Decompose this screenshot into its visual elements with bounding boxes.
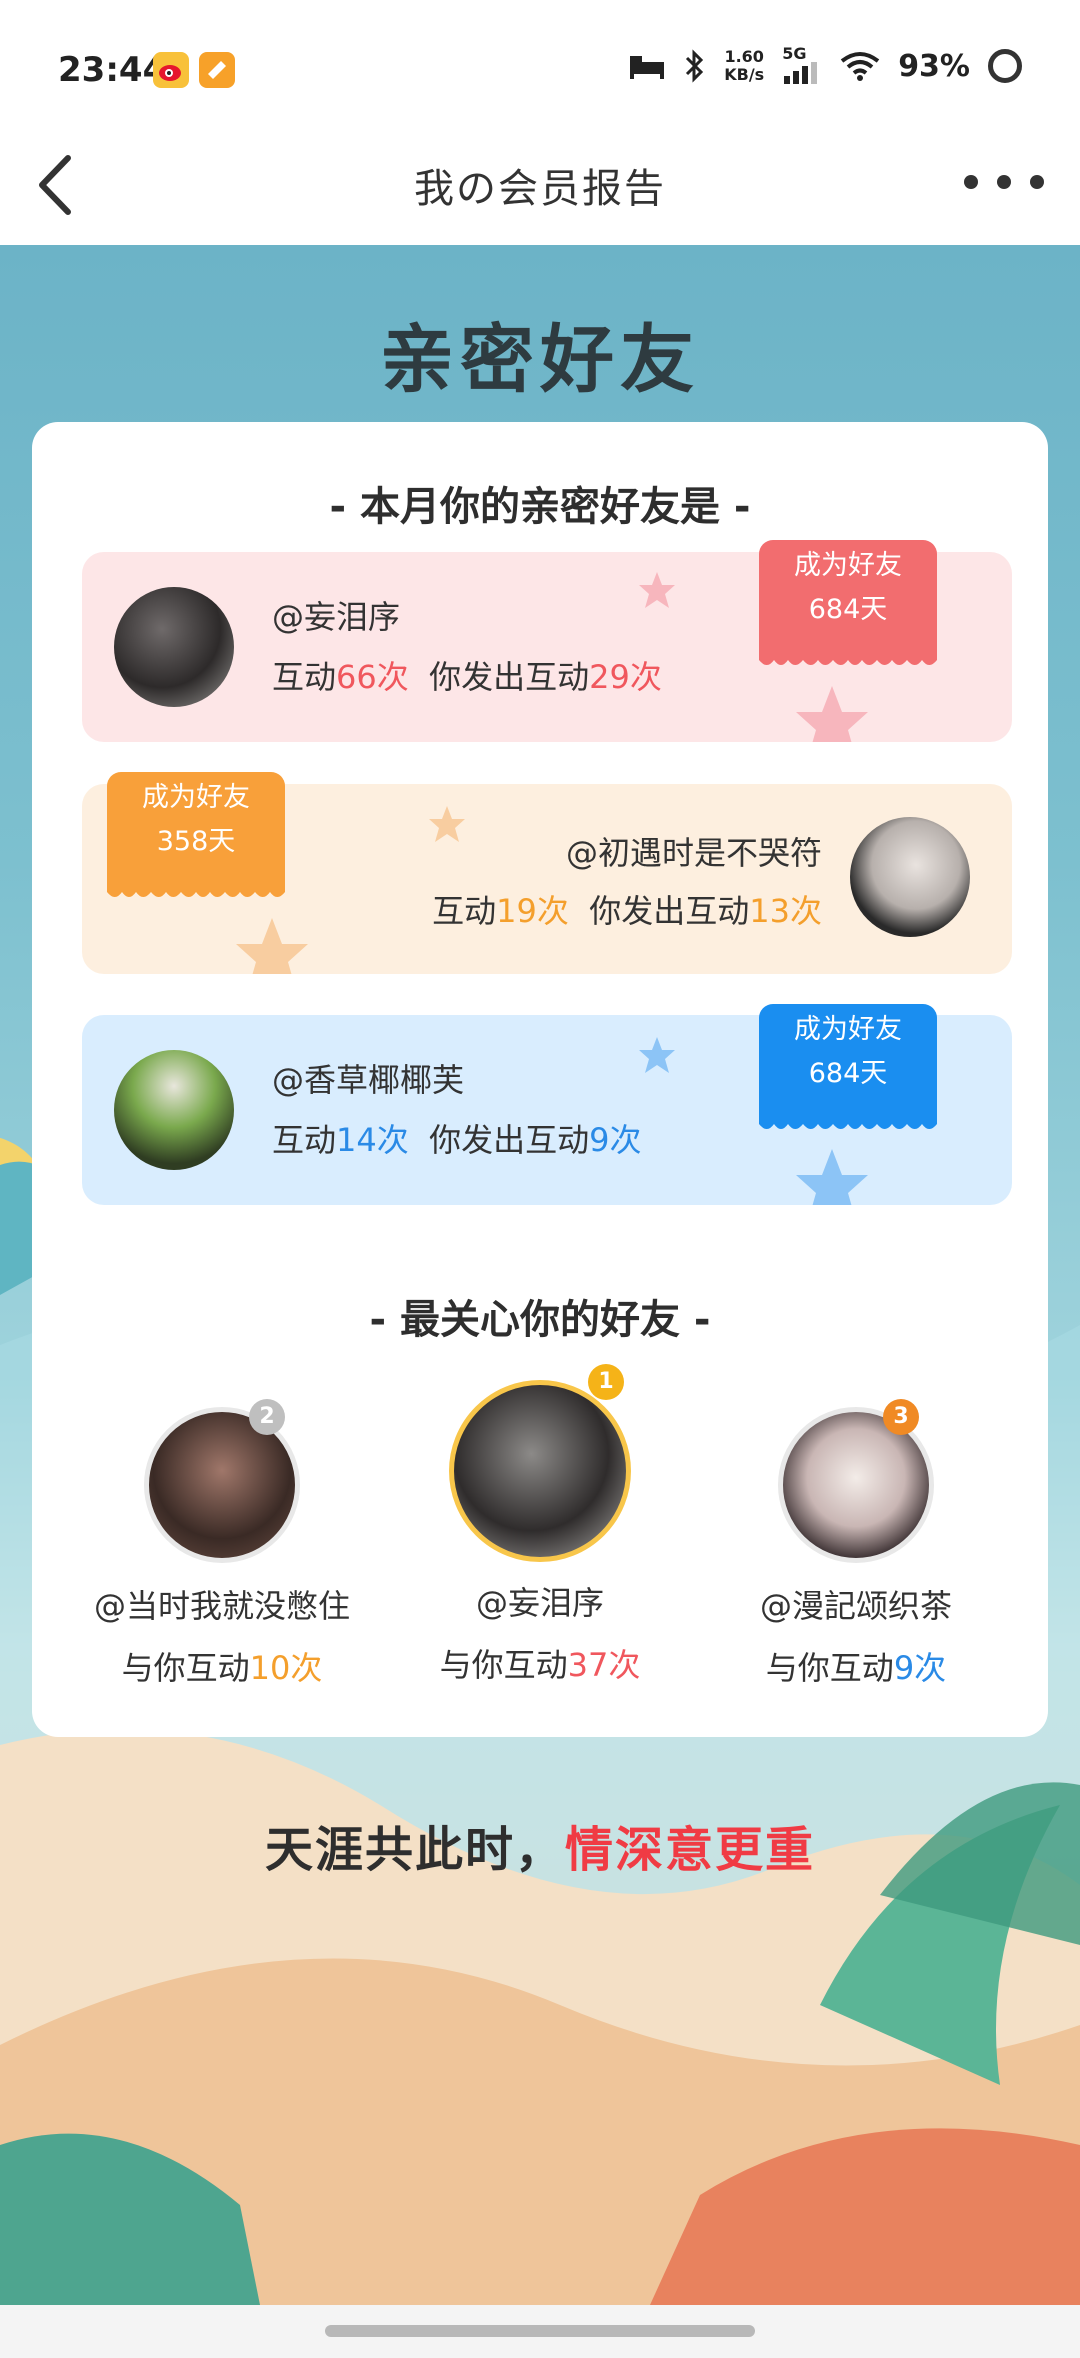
avatar[interactable] xyxy=(114,1050,234,1170)
hero-title: 亲密好友 xyxy=(380,317,700,403)
status-time: 23:44 xyxy=(58,50,167,90)
avatar[interactable] xyxy=(114,587,234,707)
more-dot-icon xyxy=(1030,175,1044,189)
friend-stats: 互动66次 你发出互动29次 xyxy=(272,658,662,696)
more-button[interactable] xyxy=(964,152,1044,212)
medal-1-icon: 1 xyxy=(588,1364,624,1400)
friendship-days-badge: 成为好友 684天 xyxy=(759,540,937,665)
battery-percent: 93% xyxy=(898,48,970,84)
caring-friend-rank-1[interactable]: 1 @妄泪序 与你互动37次 xyxy=(390,1352,690,1686)
friend-name[interactable]: @当时我就没憋住 xyxy=(72,1581,372,1627)
medal-3-icon: 3 xyxy=(883,1399,919,1435)
bed-icon xyxy=(630,56,665,79)
star-icon xyxy=(236,918,308,974)
nav-bar: 我の会员报告 xyxy=(0,130,1080,245)
battery-ring-icon xyxy=(988,49,1022,83)
friend-name[interactable]: @香草椰椰芙 xyxy=(272,1055,464,1101)
net-speed: 1.60 KB/s xyxy=(724,47,765,84)
signal-5g: 5G xyxy=(782,44,822,84)
intimate-section-title: - 本月你的亲密好友是 - xyxy=(329,484,751,530)
star-icon xyxy=(639,1037,675,1073)
friend-stats: 互动19次 你发出互动13次 xyxy=(432,892,822,930)
star-icon xyxy=(796,1149,868,1205)
caring-section-title: - 最关心你的好友 - xyxy=(369,1297,711,1343)
notes-app-icon xyxy=(199,52,235,88)
caring-friend-rank-2[interactable]: 2 @当时我就没憋住 与你互动10次 xyxy=(72,1377,372,1689)
interaction-count: 与你互动10次 xyxy=(121,1649,323,1687)
star-icon xyxy=(796,686,868,742)
star-icon xyxy=(639,572,675,608)
interaction-count: 与你互动9次 xyxy=(765,1649,947,1687)
caring-friend-rank-3[interactable]: 3 @漫記颂织茶 与你互动9次 xyxy=(706,1377,1006,1689)
slogan: 天涯共此时，情深意更重 xyxy=(264,1822,816,1878)
report-scene: 亲密好友 - 本月你的亲密好友是 - @妄泪序 互动66次 你发出互动29次 成… xyxy=(0,245,1080,2305)
weibo-app-icon xyxy=(153,52,189,88)
friendship-days-badge: 成为好友 684天 xyxy=(759,1004,937,1129)
star-icon xyxy=(429,806,465,842)
wifi-icon xyxy=(840,52,880,81)
avatar[interactable] xyxy=(449,1380,631,1562)
bluetooth-icon xyxy=(686,49,704,83)
friend-name[interactable]: @初遇时是不哭符 xyxy=(566,828,822,874)
friend-name[interactable]: @妄泪序 xyxy=(272,592,400,638)
home-indicator[interactable] xyxy=(0,2305,1080,2358)
friend-name[interactable]: @妄泪序 xyxy=(390,1578,690,1624)
status-bar: 23:44 1.60 KB/s 5G 93% xyxy=(0,0,1080,130)
friend-stats: 互动14次 你发出互动9次 xyxy=(272,1121,642,1159)
friend-name[interactable]: @漫記颂织茶 xyxy=(706,1581,1006,1627)
report-card: - 本月你的亲密好友是 - @妄泪序 互动66次 你发出互动29次 成为好友 68… xyxy=(32,422,1048,1737)
more-dot-icon xyxy=(964,175,978,189)
medal-2-icon: 2 xyxy=(249,1399,285,1435)
avatar[interactable] xyxy=(850,817,970,937)
page-title: 我の会员报告 xyxy=(414,166,666,212)
interaction-count: 与你互动37次 xyxy=(439,1646,641,1684)
friendship-days-badge: 成为好友 358天 xyxy=(107,772,285,897)
more-dot-icon xyxy=(997,175,1011,189)
status-right: 1.60 KB/s 5G 93% xyxy=(628,44,1022,84)
home-indicator-bar[interactable] xyxy=(325,2325,755,2337)
